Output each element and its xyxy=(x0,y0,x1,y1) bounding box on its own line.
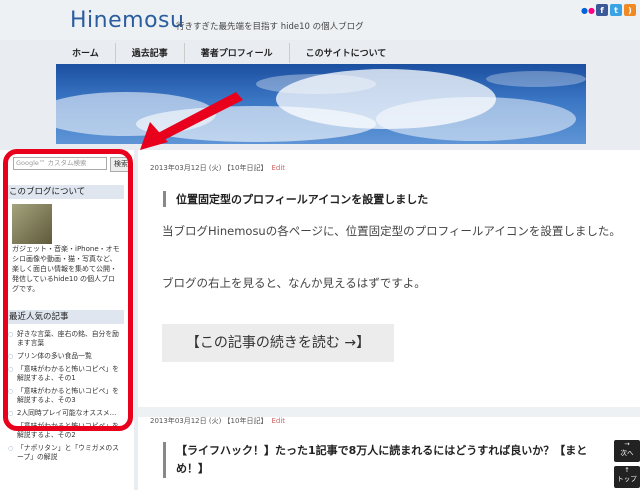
edit-link[interactable]: Edit xyxy=(271,164,285,172)
popular-post-link[interactable]: 「ナポリタン」と「ウミガメのスープ」の解説 xyxy=(8,444,122,462)
post-meta: 2013年03月12日 (火) 【10年日記】 Edit xyxy=(150,416,285,426)
post-title[interactable]: 位置固定型のプロフィールアイコンを設置しました xyxy=(163,191,428,207)
header-banner-image xyxy=(56,64,586,144)
post-meta: 2013年03月12日 (火) 【10年日記】 Edit xyxy=(150,163,285,173)
nav-archive[interactable]: 過去記事 xyxy=(116,43,185,63)
post-date-category: 2013年03月12日 (火) 【10年日記】 xyxy=(150,164,268,172)
nav-profile[interactable]: 著者プロフィール xyxy=(185,43,290,63)
site-tagline: 行きすぎた最先端を目指す hide10 の個人ブログ xyxy=(176,22,364,32)
nav-about[interactable]: このサイトについて xyxy=(290,43,403,63)
flickr-icon[interactable]: ● ● xyxy=(581,4,595,16)
social-icons: ● ● f t ) xyxy=(581,4,636,16)
site-logo[interactable]: Hinemosu xyxy=(70,8,184,33)
read-more-button[interactable]: 【この記事の続きを読む →】 xyxy=(162,324,394,362)
nav-home[interactable]: ホーム xyxy=(56,43,116,63)
site-header: Hinemosu 行きすぎた最先端を目指す hide10 の個人ブログ ● ● f… xyxy=(0,0,640,40)
rss-icon[interactable]: ) xyxy=(624,4,636,16)
annotation-highlight-box xyxy=(3,149,133,431)
next-label: 次へ xyxy=(620,449,634,457)
post-title[interactable]: 【ライフハック！】たった1記事で8万人に読まれるにはどうすれば良いか？【まとめ！… xyxy=(163,442,596,478)
top-label: トップ xyxy=(617,475,637,483)
up-arrow-icon: ↑ xyxy=(624,466,630,474)
facebook-icon[interactable]: f xyxy=(596,4,608,16)
post-date-category: 2013年03月12日 (火) 【10年日記】 xyxy=(150,417,268,425)
edit-link[interactable]: Edit xyxy=(271,417,285,425)
next-arrow-icon: → xyxy=(624,440,630,448)
twitter-icon[interactable]: t xyxy=(610,4,622,16)
post-body-paragraph: ブログの右上を見ると、なんか見えるはずですよ。 xyxy=(162,276,426,290)
sky-clouds-image xyxy=(56,69,586,142)
next-button[interactable]: → 次へ xyxy=(614,440,640,462)
top-button[interactable]: ↑ トップ xyxy=(614,466,640,488)
main-nav: ホーム 過去記事 著者プロフィール このサイトについて xyxy=(56,43,402,63)
post-body-paragraph: 当ブログHinemosuの各ページに、位置固定型のプロフィールアイコンを設置しま… xyxy=(162,224,621,238)
